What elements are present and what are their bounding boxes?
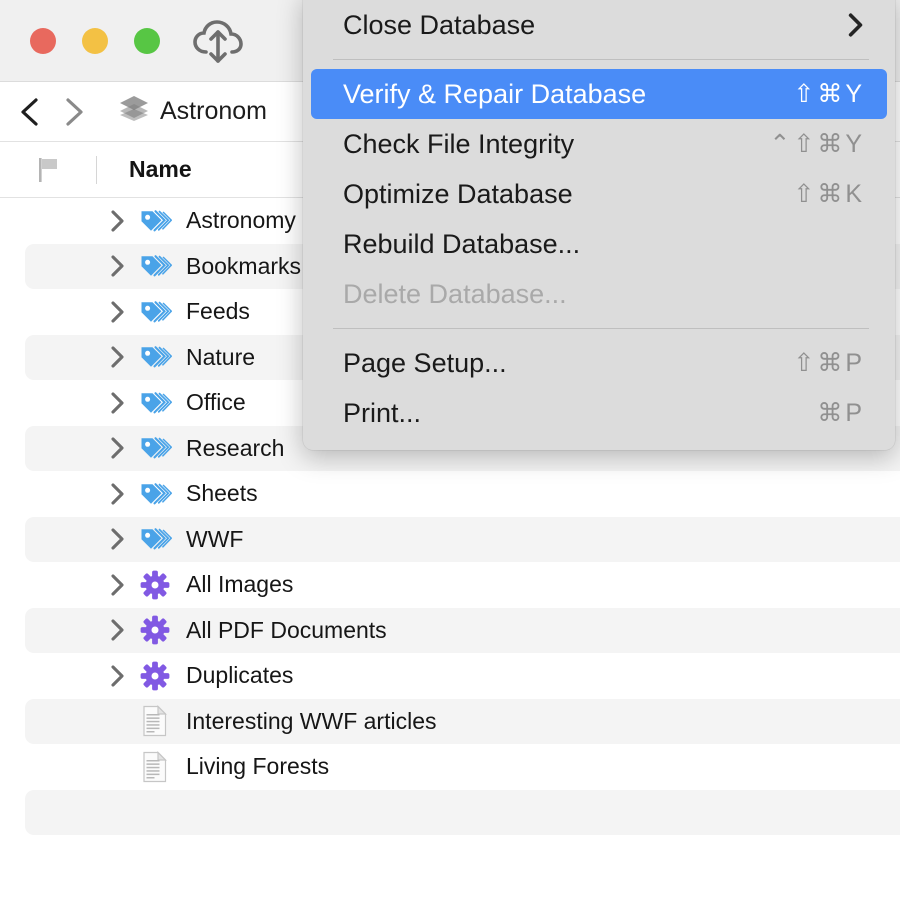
list-item[interactable]: All Images [0,562,900,608]
menu-item-label: Check File Integrity [343,128,575,159]
menu-item-label: Delete Database... [343,278,567,309]
list-item-label: Interesting WWF articles [186,707,437,734]
gear-icon [140,570,170,600]
cloud-sync-icon[interactable] [192,18,244,66]
flag-icon [39,157,57,182]
list-item-label: WWF [186,525,244,552]
tag-icon [141,391,172,414]
menu-item-rebuild-database[interactable]: Rebuild Database... [311,219,887,269]
tag-icon [141,209,172,232]
menu-item-label: Print... [343,397,422,428]
list-item[interactable]: Living Forests [0,744,900,790]
menu-item-shortcut: ⌃⇧⌘Y [769,130,865,158]
list-item-label: Research [186,434,285,461]
list-item[interactable]: Interesting WWF articles [0,698,900,744]
breadcrumb-label: Astronom [160,97,267,125]
menu-separator [333,328,869,329]
disclosure-triangle-icon[interactable] [100,300,134,324]
menu-item-verify-repair-database[interactable]: Verify & Repair Database ⇧⌘Y [311,69,887,119]
gear-icon [136,661,174,691]
tag-icon [136,434,174,462]
list-item-label: All PDF Documents [186,616,387,643]
tag-icon [136,298,174,326]
minimize-window-button[interactable] [82,28,108,54]
tag-icon [136,207,174,235]
list-item-label: Nature [186,343,256,370]
tag-icon [136,343,174,371]
menu-item-label: Close Database [343,9,536,40]
disclosure-triangle-icon[interactable] [100,391,134,415]
list-item[interactable]: All PDF Documents [0,607,900,653]
list-item-label: All Images [186,571,294,598]
gear-icon [136,570,174,600]
disclosure-triangle-icon[interactable] [100,345,134,369]
gear-icon [140,615,170,645]
menu-item-page-setup[interactable]: Page Setup... ⇧⌘P [311,338,887,388]
menu-item-close-database[interactable]: Close Database [311,0,887,50]
back-button[interactable] [8,90,52,134]
zoom-window-button[interactable] [134,28,160,54]
disclosure-triangle-icon[interactable] [100,436,134,460]
submenu-chevron-icon [845,12,865,38]
list-item-label: Astronomy [186,207,296,234]
menu-item-delete-database: Delete Database... [311,269,887,319]
menu-item-shortcut: ⌘P [817,399,865,427]
tag-icon [141,255,172,277]
breadcrumb[interactable]: Astronom [118,94,267,129]
tag-icon [136,525,174,553]
list-item-label: Duplicates [186,662,294,689]
disclosure-triangle-icon[interactable] [100,209,134,233]
list-item-label: Living Forests [186,753,330,780]
tag-icon [136,389,174,417]
column-divider [96,155,97,184]
tag-icon [141,346,172,368]
traffic-lights [30,28,160,54]
disclosure-triangle-icon[interactable] [100,573,134,597]
list-row-empty [0,789,900,835]
disclosure-triangle-icon[interactable] [100,527,134,551]
menu-item-label: Optimize Database [343,178,573,209]
menu-item-shortcut: ⇧⌘P [793,349,865,377]
document-icon [143,705,167,737]
close-window-button[interactable] [30,28,56,54]
menu-separator [333,59,869,60]
gear-icon [136,615,174,645]
tag-icon [141,300,172,323]
list-item[interactable]: WWF [0,516,900,562]
name-column-header[interactable]: Name [129,156,192,183]
menu-item-label: Verify & Repair Database [343,78,647,109]
tag-icon [136,252,174,280]
document-icon [136,750,174,783]
disclosure-triangle-icon[interactable] [100,618,134,642]
forward-button[interactable] [52,90,96,134]
disclosure-triangle-icon[interactable] [100,664,134,688]
document-icon [143,750,167,782]
flag-column-header[interactable] [0,157,96,183]
list-item-label: Office [186,389,246,416]
list-item-label: Bookmarks [186,252,302,279]
list-item-label: Sheets [186,480,258,507]
menu-item-label: Page Setup... [343,347,507,378]
row-background [25,789,900,835]
list-item[interactable]: Sheets [0,471,900,517]
app-window: Astronom Name Astronomy Bookmarks Feeds Nat… [0,0,900,900]
gear-icon [140,661,170,691]
menu-item-check-file-integrity[interactable]: Check File Integrity ⌃⇧⌘Y [311,119,887,169]
tag-icon [141,437,172,459]
menu-item-print[interactable]: Print... ⌘P [311,388,887,438]
database-context-menu: Close Database Verify & Repair Database ⇧⌘… [303,0,895,450]
menu-item-shortcut: ⇧⌘K [793,180,865,208]
tag-icon [141,528,172,550]
list-item[interactable]: Duplicates [0,653,900,699]
menu-item-label: Rebuild Database... [343,228,581,259]
layers-stack-icon [118,94,150,129]
document-icon [136,705,174,737]
disclosure-triangle-icon[interactable] [100,254,134,278]
list-item-label: Feeds [186,298,250,325]
menu-item-shortcut: ⇧⌘Y [793,80,865,108]
tag-icon [141,482,172,505]
menu-item-optimize-database[interactable]: Optimize Database ⇧⌘K [311,169,887,219]
tag-icon [136,480,174,508]
disclosure-triangle-icon[interactable] [100,482,134,506]
